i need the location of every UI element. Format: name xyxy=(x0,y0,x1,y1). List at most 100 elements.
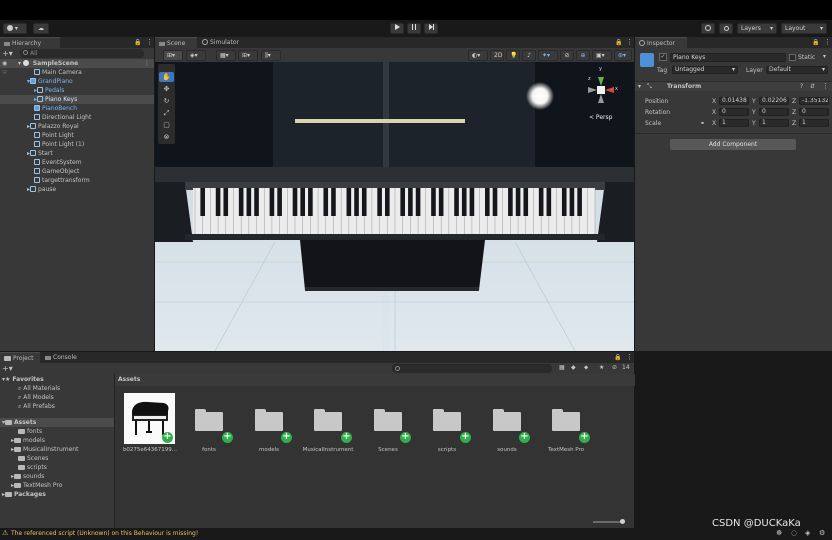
folder-icon[interactable] xyxy=(493,409,521,431)
create-button[interactable]: +▾ xyxy=(2,49,16,58)
draw-mode-button[interactable]: ◐▾ xyxy=(468,50,488,61)
add-icon[interactable]: + xyxy=(222,432,233,443)
search-button[interactable] xyxy=(719,23,733,34)
static-checkbox[interactable] xyxy=(789,54,796,61)
scale-y-field[interactable]: 1 xyxy=(759,119,789,127)
more-menu-icon[interactable]: ⋮ xyxy=(626,38,633,46)
scene-viewport[interactable]: y z x < Persp ✋ ✥ ↻ ⤢ ▢ ⊗ xyxy=(155,62,634,351)
tool-handle-button[interactable]: ⊞▾ xyxy=(163,50,183,61)
play-button[interactable] xyxy=(390,23,404,34)
list-item[interactable]: ▸ models xyxy=(11,436,45,445)
add-icon[interactable]: + xyxy=(460,432,471,443)
more-menu-icon[interactable]: ⋮ xyxy=(822,82,829,90)
scene-row[interactable]: ▾ SampleScene ⋮ xyxy=(0,59,154,68)
increment-button[interactable]: ⫼▾ xyxy=(261,50,281,61)
folder-icon[interactable] xyxy=(433,409,461,431)
folder-icon[interactable] xyxy=(374,409,402,431)
list-item[interactable]: ▸ Piano Keys xyxy=(0,95,154,104)
tag-dropdown[interactable]: Untagged ▾ xyxy=(672,66,738,74)
history-button[interactable] xyxy=(701,23,715,34)
tag-icon[interactable]: ⬥ xyxy=(584,364,588,372)
list-item[interactable]: fonts xyxy=(18,427,42,436)
step-button[interactable] xyxy=(424,23,438,34)
add-icon[interactable]: + xyxy=(281,432,292,443)
hand-tool-button[interactable]: ✋ xyxy=(159,72,174,82)
list-item[interactable]: GameObject xyxy=(34,167,79,176)
hierarchy-icon[interactable]: ◈ xyxy=(805,529,810,537)
list-item[interactable]: EventSystem xyxy=(34,158,82,167)
lock-icon[interactable]: 🔒 xyxy=(614,354,621,361)
list-item[interactable]: ⌕ All Prefabs xyxy=(18,402,55,411)
list-item[interactable]: targettransform xyxy=(34,176,90,185)
zoom-slider-handle[interactable] xyxy=(620,519,625,524)
pick-icon[interactable]: ☞ xyxy=(2,69,7,76)
preset-icon[interactable]: ⇵ xyxy=(810,83,815,90)
list-item[interactable]: Point Light xyxy=(34,131,74,140)
list-item[interactable]: ⌕ All Materials xyxy=(18,384,60,393)
persp-label[interactable]: < Persp xyxy=(589,114,612,121)
layer-dropdown[interactable]: Default ▾ xyxy=(766,66,828,74)
filter-label-icon[interactable]: ◆ xyxy=(571,364,576,371)
chevron-down-icon[interactable]: ▾ xyxy=(823,53,826,60)
list-item[interactable]: PianoBench xyxy=(34,104,77,113)
tab-hierarchy[interactable]: Hierarchy xyxy=(0,37,60,48)
list-item[interactable]: scripts xyxy=(18,463,47,472)
more-menu-icon[interactable]: ⋮ xyxy=(626,353,633,361)
add-icon[interactable]: + xyxy=(162,432,173,443)
list-item[interactable]: ▸ pause xyxy=(27,185,56,194)
transform-header[interactable]: ▾ ⤡ Transform ? ⇵ ⋮ xyxy=(635,81,832,91)
rotation-y-field[interactable]: 0 xyxy=(759,108,789,116)
more-menu-icon[interactable]: ⋮ xyxy=(144,59,150,68)
camera-button[interactable]: ▣▾ xyxy=(592,50,612,61)
pivot-button[interactable]: ◈▾ xyxy=(186,50,206,61)
rotation-x-field[interactable]: 0 xyxy=(719,108,749,116)
account-button[interactable]: ▾ xyxy=(3,23,27,34)
gizmos-button[interactable]: ⊛▾ xyxy=(614,50,632,61)
mode-2d-button[interactable]: 2D xyxy=(490,50,504,61)
list-item[interactable]: ▸ Pedals xyxy=(34,86,64,95)
rotation-z-field[interactable]: 0 xyxy=(799,108,829,116)
folder-icon[interactable] xyxy=(314,409,342,431)
star-icon[interactable]: ★ xyxy=(599,364,604,371)
hidden-packages-icon[interactable]: ⊘ xyxy=(612,364,617,371)
add-icon[interactable]: + xyxy=(519,432,530,443)
gizmos-toggle[interactable]: ⊕ xyxy=(576,50,590,61)
layers-dropdown[interactable]: Layers ▾ xyxy=(737,23,777,34)
object-name-field[interactable]: Piano Keys xyxy=(670,53,786,62)
lighting-toggle[interactable]: 💡 xyxy=(506,50,520,61)
hidden-objects-toggle[interactable]: ⊘ xyxy=(560,50,574,61)
list-item[interactable]: ▾ GrandPiano xyxy=(27,77,73,86)
settings-icon[interactable]: ⚙ xyxy=(819,529,825,537)
list-item[interactable]: Point Light (1) xyxy=(34,140,84,149)
list-item[interactable]: ▸ MusicalInstrument xyxy=(11,445,78,454)
more-menu-icon[interactable]: ⋮ xyxy=(146,38,153,46)
breadcrumb-assets[interactable]: Assets xyxy=(118,376,140,383)
audio-toggle[interactable]: ♪ xyxy=(522,50,536,61)
link-icon[interactable]: ⚭ xyxy=(700,120,705,127)
help-icon[interactable]: ? xyxy=(800,83,803,90)
list-item[interactable]: ▸ sounds xyxy=(11,472,44,481)
active-checkbox[interactable]: ✓ xyxy=(659,53,667,61)
scale-tool-button[interactable]: ⤢ xyxy=(159,108,174,118)
bug-icon[interactable]: ☸ xyxy=(776,529,782,537)
position-x-field[interactable]: 0.01438 xyxy=(719,97,749,105)
list-item[interactable]: ⌕ All Models xyxy=(18,393,54,402)
add-icon[interactable]: + xyxy=(400,432,411,443)
lock-icon[interactable]: 🔒 xyxy=(615,39,622,46)
list-item[interactable]: Scenes xyxy=(18,454,48,463)
progress-icon[interactable]: ◌ xyxy=(791,529,797,537)
project-search-input[interactable] xyxy=(392,364,552,373)
tab-simulator[interactable]: Simulator xyxy=(198,37,246,48)
add-icon[interactable]: + xyxy=(341,432,352,443)
list-item[interactable]: ▸ Start xyxy=(27,149,53,158)
position-y-field[interactable]: 0.02206 xyxy=(759,97,789,105)
visibility-column[interactable]: ◉ ☞ xyxy=(0,59,14,99)
folder-icon[interactable] xyxy=(552,409,580,431)
list-item[interactable]: ▸ TextMesh Pro xyxy=(11,481,62,490)
scale-x-field[interactable]: 1 xyxy=(719,119,749,127)
move-tool-button[interactable]: ✥ xyxy=(159,84,174,94)
assets-row[interactable]: ▾ Assets xyxy=(0,418,114,427)
tab-inspector[interactable]: Inspector xyxy=(635,37,687,48)
layout-dropdown[interactable]: Layout ▾ xyxy=(781,23,827,34)
snap-button[interactable]: ⊞▾ xyxy=(238,50,258,61)
